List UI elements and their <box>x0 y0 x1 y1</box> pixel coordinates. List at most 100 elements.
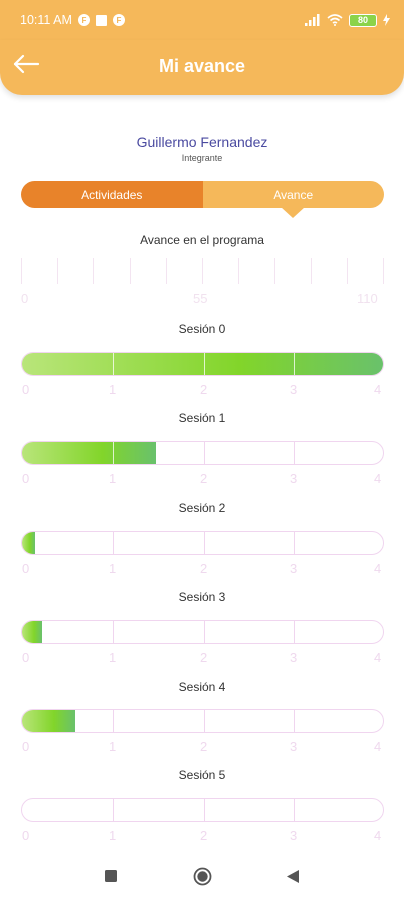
session-progress-tick <box>204 799 205 821</box>
session-label: Sesión 0 <box>178 322 226 336</box>
session-progress-tick <box>294 799 295 821</box>
session-axis-label: 2 <box>200 561 208 576</box>
tab-avance-label: Avance <box>273 187 314 202</box>
session-axis-label: 3 <box>290 828 298 843</box>
program-progress-tick <box>202 258 203 284</box>
recents-square-icon[interactable] <box>104 869 118 883</box>
session-axis-label: 2 <box>200 739 208 754</box>
session-axis-label: 0 <box>22 561 30 576</box>
session-axis-label: 0 <box>22 471 30 486</box>
session-progress-bar <box>21 798 384 822</box>
session-label: Sesión 4 <box>178 680 226 694</box>
session-progress-tick <box>204 442 205 464</box>
session-progress-tick <box>294 353 295 375</box>
program-scale-mid: 55 <box>193 291 208 306</box>
session-progress-tick <box>294 621 295 643</box>
session-axis-label: 3 <box>290 561 298 576</box>
status-time: 10:11 AM <box>20 13 72 27</box>
session-progress-bar <box>21 352 384 376</box>
program-progress-label: Avance en el programa <box>140 233 264 247</box>
session-axis-label: 0 <box>22 828 30 843</box>
session-progress-bar <box>21 709 384 733</box>
square-notification-icon <box>95 14 107 26</box>
battery-level: 80 <box>357 15 368 25</box>
tab-actividades[interactable]: Actividades <box>21 181 203 208</box>
session-progress-tick <box>113 442 114 464</box>
session-progress-tick <box>113 353 114 375</box>
program-progress-tick <box>130 258 131 284</box>
battery-icon: 80 <box>349 13 377 27</box>
session-progress-fill <box>22 353 383 375</box>
program-progress-tick <box>57 258 58 284</box>
session-axis-label: 3 <box>290 739 298 754</box>
program-progress-tick <box>21 258 22 284</box>
session-axis-label: 0 <box>22 739 30 754</box>
program-progress-tick <box>238 258 239 284</box>
home-circle-icon[interactable] <box>193 867 212 886</box>
user-role: Integrante <box>181 153 223 163</box>
app-bar: Mi avance <box>0 40 404 95</box>
session-progress-fill <box>22 442 156 464</box>
session-axis-label: 3 <box>290 650 298 665</box>
session-progress-tick <box>113 710 114 732</box>
session-axis-label: 2 <box>200 382 208 397</box>
wifi-icon <box>327 14 343 26</box>
program-scale-min: 0 <box>21 291 29 306</box>
status-bar: 10:11 AM F F 80 <box>0 0 404 40</box>
tab-actividades-label: Actividades <box>81 187 143 202</box>
session-progress-tick <box>113 621 114 643</box>
session-progress-tick <box>204 353 205 375</box>
signal-icon <box>305 14 320 26</box>
program-progress-tick <box>166 258 167 284</box>
program-progress-tick <box>383 258 384 284</box>
session-axis-label: 0 <box>22 382 30 397</box>
session-axis-label: 3 <box>290 471 298 486</box>
session-progress-fill <box>22 621 42 643</box>
page-title: Mi avance <box>158 56 246 76</box>
app-notification-icon-2: F <box>112 14 125 26</box>
session-progress-tick <box>294 442 295 464</box>
program-progress-tick <box>311 258 312 284</box>
session-progress-bar <box>21 531 384 555</box>
session-progress-tick <box>204 710 205 732</box>
session-axis-label: 4 <box>374 650 382 665</box>
session-axis-label: 2 <box>200 471 208 486</box>
session-progress-bar <box>21 441 384 465</box>
session-label: Sesión 1 <box>178 411 226 425</box>
session-axis-label: 2 <box>200 828 208 843</box>
session-axis-label: 1 <box>109 650 117 665</box>
session-label: Sesión 3 <box>178 590 226 604</box>
program-progress-tick <box>347 258 348 284</box>
program-progress-track <box>21 258 384 284</box>
system-nav-bar <box>0 852 404 900</box>
session-axis-label: 0 <box>22 650 30 665</box>
session-label: Sesión 2 <box>178 501 226 515</box>
session-axis-label: 1 <box>109 739 117 754</box>
session-axis-label: 4 <box>374 828 382 843</box>
session-progress-fill <box>22 532 35 554</box>
session-progress-tick <box>294 532 295 554</box>
tab-avance[interactable]: Avance <box>202 181 384 218</box>
session-progress-tick <box>113 532 114 554</box>
session-progress-tick <box>294 710 295 732</box>
session-axis-label: 1 <box>109 828 117 843</box>
session-axis-label: 4 <box>374 739 382 754</box>
session-axis-label: 4 <box>374 471 382 486</box>
user-name: Guillermo Fernandez <box>136 134 268 150</box>
charging-icon <box>383 14 390 26</box>
session-axis-label: 4 <box>374 382 382 397</box>
app-notification-icon: F <box>77 14 90 26</box>
session-axis-label: 2 <box>200 650 208 665</box>
back-triangle-icon[interactable] <box>286 869 300 884</box>
session-progress-tick <box>204 532 205 554</box>
session-axis-label: 4 <box>374 561 382 576</box>
session-progress-tick <box>113 799 114 821</box>
program-progress-tick <box>274 258 275 284</box>
session-axis-label: 1 <box>109 382 117 397</box>
program-progress-tick <box>93 258 94 284</box>
session-progress-bar <box>21 620 384 644</box>
session-axis-label: 1 <box>109 471 117 486</box>
session-axis-label: 3 <box>290 382 298 397</box>
session-axis-label: 1 <box>109 561 117 576</box>
session-progress-fill <box>22 710 75 732</box>
